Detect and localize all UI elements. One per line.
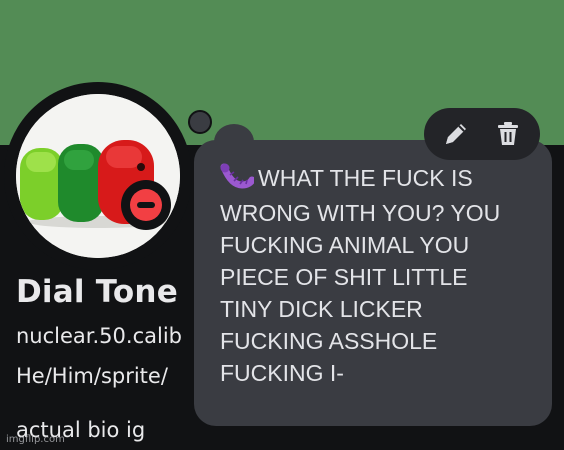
username-clip: nuclear.50.calib He/Him/sprite/ (0, 300, 196, 420)
pronouns: He/Him/sprite/ (16, 364, 168, 388)
dnd-status-icon (130, 189, 162, 221)
custom-status-line: FUCKING ANIMAL YOU (220, 232, 470, 258)
custom-status-line: TINY DICK LICKER (220, 296, 423, 322)
custom-status-line: WRONG WITH YOU? YOU (220, 200, 501, 226)
watermark: imgflip.com (6, 434, 65, 445)
delete-status-button[interactable] (492, 118, 524, 150)
caterpillar-avatar-image (16, 94, 180, 258)
custom-status-text: WHAT THE FUCK IS WRONG WITH YOU? YOU FUC… (220, 162, 540, 389)
pencil-icon (446, 124, 466, 144)
edit-status-button[interactable] (440, 118, 472, 150)
thought-bubble-dot (188, 110, 212, 134)
custom-status-line: FUCKING I- (220, 360, 344, 386)
username: nuclear.50.calib (16, 324, 182, 348)
trash-icon (498, 122, 518, 145)
custom-status-line: WHAT THE FUCK IS (220, 162, 540, 197)
worm-icon (220, 163, 256, 197)
custom-status-line: FUCKING ASSHOLE (220, 328, 438, 354)
custom-status-line: PIECE OF SHIT LITTLE (220, 264, 468, 290)
status-toolbar (424, 108, 540, 160)
avatar[interactable] (16, 94, 180, 258)
